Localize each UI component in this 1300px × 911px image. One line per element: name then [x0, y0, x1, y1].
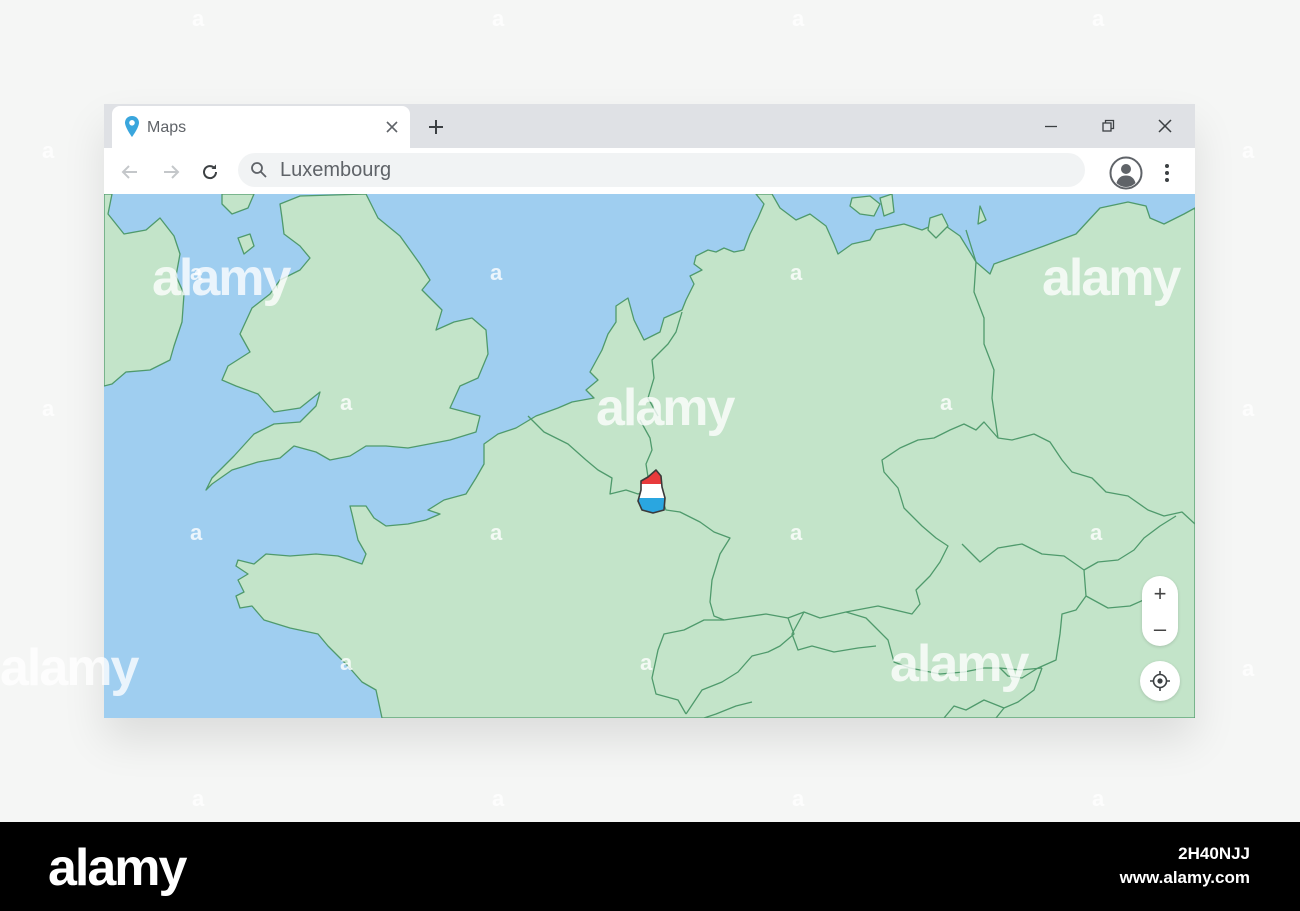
- map-pin-icon: [125, 116, 139, 137]
- watermark-glyph: a: [792, 786, 805, 811]
- tab-title: Maps: [147, 119, 187, 136]
- watermark-glyph: a: [1242, 396, 1255, 421]
- watermark-glyph: a: [790, 520, 803, 545]
- restore-icon[interactable]: [1099, 117, 1117, 135]
- watermark: alamy: [890, 635, 1029, 693]
- zoom-out-button[interactable]: –: [1142, 611, 1178, 646]
- footer-logo: alamy: [48, 839, 187, 897]
- account-circle-icon[interactable]: [1109, 156, 1143, 190]
- watermark-glyph: a: [940, 390, 953, 415]
- address-bar[interactable]: [238, 153, 1085, 187]
- watermark-glyph: a: [42, 396, 55, 421]
- reload-icon[interactable]: [199, 161, 221, 183]
- land-island: [879, 194, 895, 217]
- watermark-glyph: a: [490, 520, 503, 545]
- watermark-glyph: a: [640, 650, 653, 675]
- arrow-right-icon[interactable]: [160, 161, 182, 183]
- watermark-glyph: a: [490, 260, 503, 285]
- land-island: [977, 205, 987, 225]
- land-island: [849, 195, 881, 217]
- watermark: alamy: [152, 249, 291, 307]
- watermark: alamy: [0, 639, 139, 697]
- watermark-glyph: a: [192, 6, 205, 31]
- watermark: alamy: [596, 379, 735, 437]
- watermark-glyph: a: [190, 260, 203, 285]
- title-bar: Maps: [104, 104, 1195, 148]
- watermark: alamy: [1042, 249, 1181, 307]
- watermark-glyph: a: [192, 786, 205, 811]
- zoom-control: + –: [1142, 576, 1178, 646]
- minimize-icon[interactable]: [1042, 117, 1060, 135]
- land-island: [221, 194, 255, 215]
- image-id: 2H40NJJ: [1178, 844, 1250, 863]
- tab-maps[interactable]: Maps: [112, 106, 410, 148]
- watermark-glyph: a: [1092, 786, 1105, 811]
- plus-icon[interactable]: [426, 117, 446, 137]
- watermark-glyph: a: [1242, 656, 1255, 681]
- watermark-glyph: a: [1092, 6, 1105, 31]
- arrow-left-icon[interactable]: [119, 161, 141, 183]
- watermark-glyph: a: [1090, 520, 1103, 545]
- browser-window: Maps Luxembourg alamy alamy alamy alamy …: [104, 104, 1195, 718]
- watermark-glyph: a: [790, 260, 803, 285]
- watermark-glyph: a: [190, 520, 203, 545]
- map-view[interactable]: alamy alamy alamy alamy a a a a a a a a …: [104, 194, 1195, 718]
- watermark-glyph: a: [340, 650, 353, 675]
- watermark-glyph: a: [492, 786, 505, 811]
- stock-footer: alamy 2H40NJJ www.alamy.com: [0, 822, 1300, 911]
- close-icon[interactable]: [384, 119, 400, 135]
- locate-button[interactable]: [1140, 661, 1180, 701]
- footer-url: www.alamy.com: [1119, 868, 1250, 887]
- window-close-icon[interactable]: [1156, 117, 1174, 135]
- watermark-glyph: a: [492, 6, 505, 31]
- watermark-glyph: a: [792, 6, 805, 31]
- toolbar: [104, 148, 1195, 194]
- watermark-glyph: a: [1242, 138, 1255, 163]
- search-icon: [251, 162, 267, 178]
- watermark-glyph: a: [42, 138, 55, 163]
- watermark-glyph: a: [340, 390, 353, 415]
- crosshair-icon: [1150, 671, 1170, 691]
- zoom-in-button[interactable]: +: [1142, 576, 1178, 611]
- address-input[interactable]: [280, 158, 1060, 182]
- more-vertical-icon[interactable]: [1159, 162, 1175, 184]
